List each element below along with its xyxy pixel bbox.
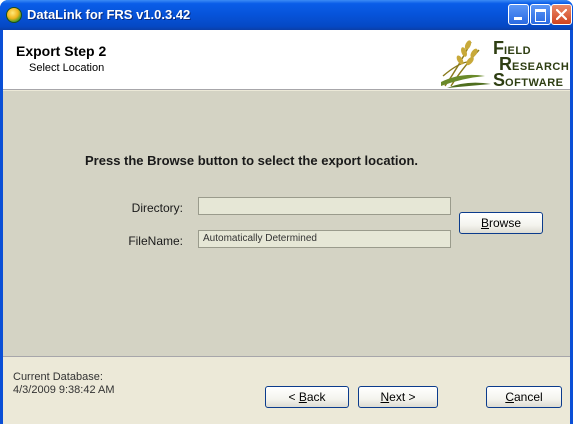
wizard-window: DataLink for FRS v1.0.3.42 Export Step 2… [0, 0, 573, 424]
wizard-header: Export Step 2 Select Location FIELD RESE… [3, 30, 570, 90]
cancel-button[interactable]: Cancel [486, 386, 562, 408]
wizard-content: Press the Browse button to select the ex… [3, 91, 570, 356]
next-button[interactable]: Next > [358, 386, 438, 408]
instruction-text: Press the Browse button to select the ex… [85, 153, 419, 168]
back-button[interactable]: < Back [265, 386, 349, 408]
filename-label: FileName: [128, 234, 183, 248]
wizard-footer: Current Database: 4/3/2009 9:38:42 AM < … [3, 356, 570, 424]
maximize-button[interactable] [530, 4, 551, 25]
directory-label: Directory: [131, 201, 183, 215]
field-research-software-logo: FIELD RESEARCH SOFTWARE [441, 36, 569, 90]
current-database-value: 4/3/2009 9:38:42 AM [13, 384, 115, 396]
directory-field[interactable] [198, 197, 451, 215]
app-icon[interactable] [6, 7, 22, 23]
browse-button[interactable]: Browse [459, 212, 543, 234]
window-title: DataLink for FRS v1.0.3.42 [27, 7, 191, 22]
step-title: Export Step 2 [16, 43, 107, 59]
logo-line-software: SOFTWARE [493, 70, 564, 90]
step-subtitle: Select Location [29, 62, 105, 74]
filename-field: Automatically Determined [198, 230, 451, 248]
close-icon [556, 9, 567, 20]
title-bar[interactable]: DataLink for FRS v1.0.3.42 [0, 0, 573, 30]
minimize-button[interactable] [508, 4, 529, 25]
close-button[interactable] [551, 4, 572, 25]
current-database-label: Current Database: [13, 371, 103, 383]
